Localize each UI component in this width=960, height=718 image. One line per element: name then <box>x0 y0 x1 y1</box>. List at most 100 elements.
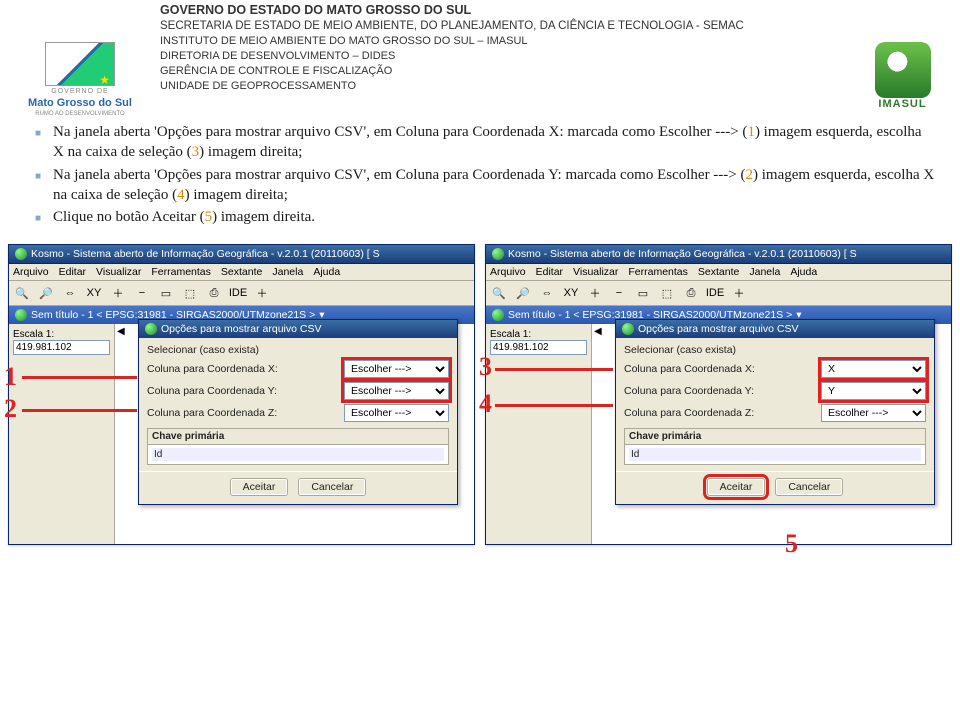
primary-key-item[interactable]: Id <box>629 448 921 461</box>
menu-visualizar[interactable]: Visualizar <box>96 266 141 278</box>
menu-ajuda[interactable]: Ajuda <box>313 266 340 278</box>
coord-x-select[interactable]: X <box>821 360 926 378</box>
coord-z-label: Coluna para Coordenada Z: <box>624 407 817 419</box>
instruction-item: Clique no botão Aceitar (5) imagem direi… <box>35 207 935 227</box>
screenshot-right: Kosmo - Sistema aberto de Informação Geo… <box>485 244 952 545</box>
plus-icon[interactable]: ＋ <box>109 284 127 302</box>
dialog-title: Opções para mostrar arquivo CSV <box>161 323 321 335</box>
print-icon[interactable]: ⎙ <box>682 284 700 302</box>
coord-y-label: Coluna para Coordenada Y: <box>624 385 817 397</box>
instruction-item: Na janela aberta 'Opções para mostrar ar… <box>35 165 935 206</box>
minus-icon[interactable]: − <box>610 284 628 302</box>
menu-arquivo[interactable]: Arquivo <box>13 266 49 278</box>
coord-y-label: Coluna para Coordenada Y: <box>147 385 340 397</box>
gov-header: GOVERNO DO ESTADO DO MATO GROSSO DO SUL … <box>160 2 845 94</box>
coord-y-select[interactable]: Escolher ---> <box>344 382 449 400</box>
coord-z-select[interactable]: Escolher ---> <box>344 404 449 422</box>
header-line: DIRETORIA DE DESENVOLVIMENTO – DIDES <box>160 49 845 64</box>
header-line: UNIDADE DE GEOPROCESSAMENTO <box>160 79 845 94</box>
screenshot-left: Kosmo - Sistema aberto de Informação Geo… <box>8 244 475 545</box>
annotation-line <box>22 409 137 412</box>
select-icon[interactable]: ⬚ <box>181 284 199 302</box>
accept-button[interactable]: Aceitar <box>707 478 766 496</box>
globe-icon <box>492 248 504 260</box>
selector-label: Selecionar (caso exista) <box>147 344 449 356</box>
logo-main-text: Mato Grosso do Sul <box>28 97 132 109</box>
globe-icon <box>145 323 157 335</box>
annotation-line <box>495 368 613 371</box>
scale-input[interactable] <box>490 340 587 355</box>
header-line: GERÊNCIA DE CONTROLE E FISCALIZAÇÃO <box>160 64 845 79</box>
chevron-left-icon[interactable]: ◀ <box>594 326 602 337</box>
cancel-button[interactable]: Cancelar <box>298 478 366 496</box>
menu-ajuda[interactable]: Ajuda <box>790 266 817 278</box>
zoom-out-icon[interactable]: 🔎 <box>37 284 55 302</box>
globe-icon <box>622 323 634 335</box>
select-icon[interactable]: ⬚ <box>658 284 676 302</box>
logo-small-text: GOVERNO DE <box>51 88 108 95</box>
accept-button[interactable]: Aceitar <box>230 478 289 496</box>
rect-icon[interactable]: ▭ <box>157 284 175 302</box>
plus-icon[interactable]: ＋ <box>586 284 604 302</box>
dialog-titlebar: Opções para mostrar arquivo CSV <box>616 320 934 338</box>
coord-y-select[interactable]: Y <box>821 382 926 400</box>
csv-options-dialog: Opções para mostrar arquivo CSV Selecion… <box>138 319 458 505</box>
globe-icon <box>492 309 504 321</box>
scale-label: Escala 1: <box>13 329 54 340</box>
header-line: GOVERNO DO ESTADO DO MATO GROSSO DO SUL <box>160 2 845 19</box>
add-icon[interactable]: ＋ <box>730 284 748 302</box>
ide-icon[interactable]: IDE <box>229 284 247 302</box>
pan-icon[interactable]: ⇔ <box>538 284 556 302</box>
header-line: INSTITUTO DE MEIO AMBIENTE DO MATO GROSS… <box>160 34 845 49</box>
primary-key-box: Chave primária Id <box>624 428 926 465</box>
titlebar: Kosmo - Sistema aberto de Informação Geo… <box>486 245 951 264</box>
ide-icon[interactable]: IDE <box>706 284 724 302</box>
scale-input[interactable] <box>13 340 110 355</box>
primary-key-box: Chave primária Id <box>147 428 449 465</box>
csv-options-dialog: Opções para mostrar arquivo CSV Selecion… <box>615 319 935 505</box>
chevron-left-icon[interactable]: ◀ <box>117 326 125 337</box>
scale-label: Escala 1: <box>490 329 531 340</box>
menu-ferramentas[interactable]: Ferramentas <box>628 266 688 278</box>
menu-sextante[interactable]: Sextante <box>221 266 262 278</box>
rect-icon[interactable]: ▭ <box>634 284 652 302</box>
coord-x-select[interactable]: Escolher ---> <box>344 360 449 378</box>
annotation-line <box>495 404 613 407</box>
dialog-titlebar: Opções para mostrar arquivo CSV <box>139 320 457 338</box>
globe-icon <box>15 309 27 321</box>
menubar[interactable]: Arquivo Editar Visualizar Ferramentas Se… <box>486 264 951 281</box>
menu-janela[interactable]: Janela <box>749 266 780 278</box>
coord-z-label: Coluna para Coordenada Z: <box>147 407 340 419</box>
annotation-line <box>22 376 137 379</box>
menu-editar[interactable]: Editar <box>536 266 563 278</box>
cancel-button[interactable]: Cancelar <box>775 478 843 496</box>
xy-icon[interactable]: XY <box>562 284 580 302</box>
pan-icon[interactable]: ⇔ <box>61 284 79 302</box>
menubar[interactable]: Arquivo Editar Visualizar Ferramentas Se… <box>9 264 474 281</box>
menu-ferramentas[interactable]: Ferramentas <box>151 266 211 278</box>
menu-editar[interactable]: Editar <box>59 266 86 278</box>
menu-visualizar[interactable]: Visualizar <box>573 266 618 278</box>
print-icon[interactable]: ⎙ <box>205 284 223 302</box>
header-line: SECRETARIA DE ESTADO DE MEIO AMBIENTE, D… <box>160 19 845 35</box>
menu-janela[interactable]: Janela <box>272 266 303 278</box>
zoom-in-icon[interactable]: 🔍 <box>13 284 31 302</box>
zoom-out-icon[interactable]: 🔎 <box>514 284 532 302</box>
globe-icon <box>15 248 27 260</box>
zoom-in-icon[interactable]: 🔍 <box>490 284 508 302</box>
add-icon[interactable]: ＋ <box>253 284 271 302</box>
logo-mato-grosso: GOVERNO DE Mato Grosso do Sul RUMO AO DE… <box>10 2 150 117</box>
menu-sextante[interactable]: Sextante <box>698 266 739 278</box>
coord-x-label: Coluna para Coordenada X: <box>624 363 817 375</box>
primary-key-item[interactable]: Id <box>152 448 444 461</box>
instruction-item: Na janela aberta 'Opções para mostrar ar… <box>35 122 935 163</box>
minus-icon[interactable]: − <box>133 284 151 302</box>
xy-icon[interactable]: XY <box>85 284 103 302</box>
imasul-icon <box>875 42 931 98</box>
coord-z-select[interactable]: Escolher ---> <box>821 404 926 422</box>
menu-arquivo[interactable]: Arquivo <box>490 266 526 278</box>
instruction-list: Na janela aberta 'Opções para mostrar ar… <box>0 117 960 234</box>
side-panel: Escala 1: <box>486 324 592 544</box>
titlebar: Kosmo - Sistema aberto de Informação Geo… <box>9 245 474 264</box>
primary-key-header: Chave primária <box>148 429 448 445</box>
